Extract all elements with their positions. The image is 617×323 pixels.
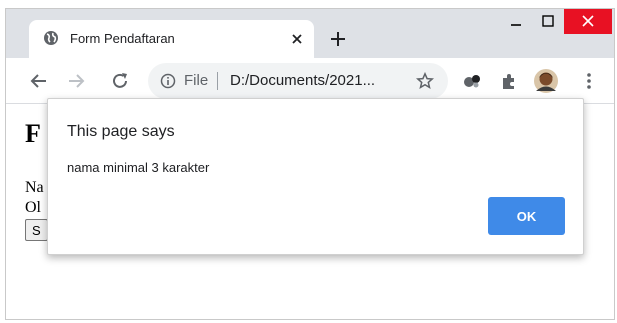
submit-button[interactable]: S — [25, 219, 48, 241]
three-dot-menu-icon[interactable] — [579, 71, 599, 91]
scheme-label: File — [184, 72, 209, 89]
info-icon[interactable] — [160, 73, 176, 89]
address-separator — [217, 72, 218, 90]
forward-arrow-icon[interactable] — [66, 71, 86, 91]
tab-close-icon[interactable] — [289, 31, 305, 47]
reload-icon[interactable] — [110, 71, 130, 91]
alert-message: nama minimal 3 karakter — [67, 160, 210, 175]
profile-avatar[interactable] — [534, 69, 558, 93]
back-arrow-icon[interactable] — [29, 71, 49, 91]
url-text[interactable]: D:/Documents/2021... — [230, 72, 375, 89]
page-heading: F — [25, 119, 41, 148]
address-bar[interactable]: File D:/Documents/2021... — [148, 63, 448, 99]
olahraga-label: Ol — [25, 199, 41, 216]
new-tab-plus-icon[interactable] — [328, 29, 348, 49]
tab-strip: Form Pendaftaran — [6, 9, 614, 58]
nama-label: Na — [25, 179, 44, 196]
tab-title: Form Pendaftaran — [70, 31, 175, 46]
globe-icon — [43, 30, 59, 46]
close-window-button[interactable] — [564, 9, 612, 34]
tab-form-pendaftaran[interactable]: Form Pendaftaran — [29, 20, 314, 58]
ok-button[interactable]: OK — [488, 197, 565, 235]
alert-title: This page says — [67, 123, 175, 140]
star-icon[interactable] — [415, 71, 435, 90]
extension-shapes-icon[interactable] — [462, 71, 482, 91]
alert-dialog: This page says nama minimal 3 karakter O… — [47, 98, 584, 255]
puzzle-icon[interactable] — [499, 71, 519, 91]
